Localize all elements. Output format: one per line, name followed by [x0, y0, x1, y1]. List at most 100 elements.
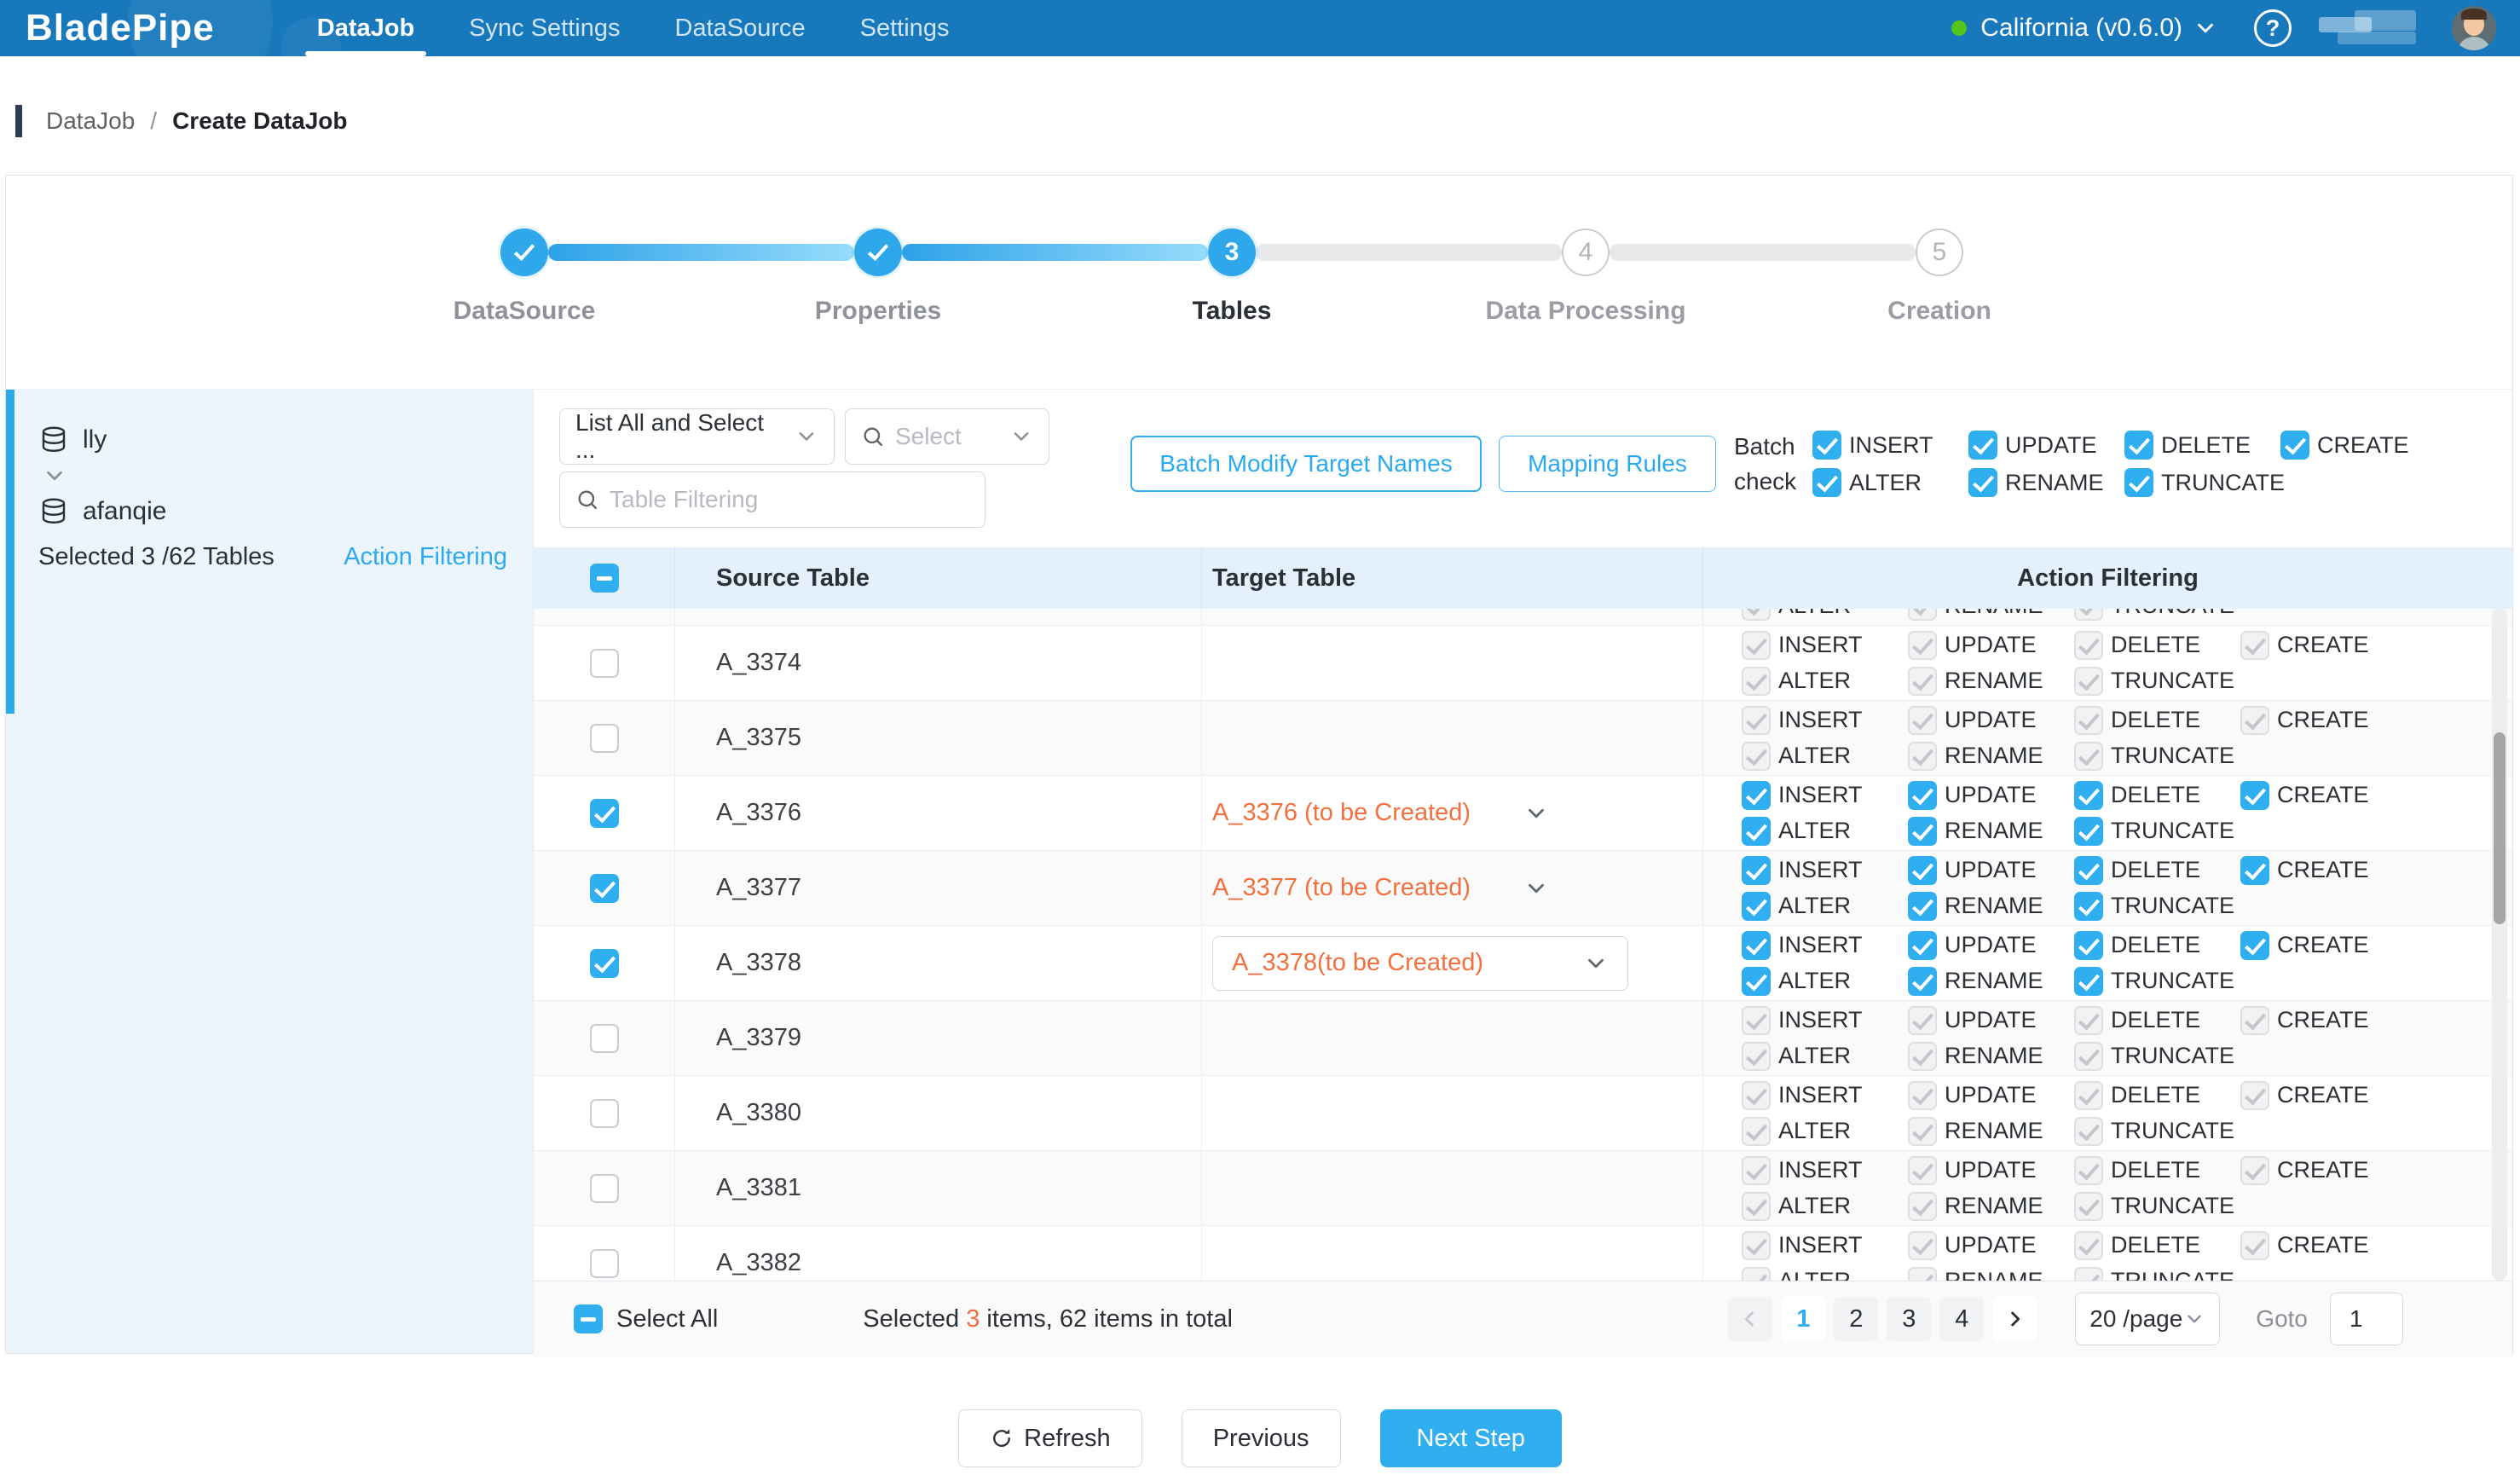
goto-page-input[interactable]	[2331, 1305, 2402, 1333]
row-checkbox[interactable]	[590, 949, 619, 978]
checkbox-checked-icon[interactable]	[1908, 892, 1937, 921]
checkbox-checked-icon[interactable]	[1908, 931, 1937, 960]
action-rename[interactable]: RENAME	[1908, 817, 2074, 846]
action-truncate[interactable]: TRUNCATE	[2074, 967, 2240, 996]
checkbox-checked-icon[interactable]	[2124, 431, 2153, 460]
row-checkbox[interactable]	[590, 1249, 619, 1278]
batch-check-insert[interactable]: INSERT	[1812, 431, 1968, 460]
chevron-down-icon[interactable]	[2193, 15, 2218, 41]
action-truncate[interactable]: TRUNCATE	[2074, 817, 2240, 846]
scrollbar-thumb[interactable]	[2494, 732, 2506, 924]
checkbox-checked-icon[interactable]	[1742, 967, 1771, 996]
help-icon[interactable]: ?	[2254, 9, 2292, 47]
nav-item-settings[interactable]: Settings	[860, 0, 950, 56]
row-checkbox[interactable]	[590, 724, 619, 753]
batch-check-create[interactable]: CREATE	[2280, 431, 2436, 460]
target-table-select[interactable]: A_3377 (to be Created)	[1212, 874, 1685, 902]
checkbox-checked-icon[interactable]	[1742, 817, 1771, 846]
region-selector[interactable]: California (v0.6.0)	[1980, 14, 2182, 43]
brand-logo[interactable]: BladePipe	[26, 7, 215, 49]
checkbox-checked-icon[interactable]	[1812, 468, 1841, 497]
row-checkbox[interactable]	[590, 649, 619, 678]
nav-item-datasource[interactable]: DataSource	[675, 0, 806, 56]
checkbox-checked-icon[interactable]	[2074, 931, 2103, 960]
select-all-checkbox[interactable]	[590, 564, 619, 593]
page-button-1[interactable]: 1	[1781, 1297, 1825, 1341]
checkbox-checked-icon[interactable]	[1742, 781, 1771, 810]
action-rename[interactable]: RENAME	[1908, 967, 2074, 996]
checkbox-checked-icon[interactable]	[1742, 892, 1771, 921]
row-checkbox[interactable]	[590, 799, 619, 828]
page-button-2[interactable]: 2	[1834, 1297, 1878, 1341]
stepper-step-tables[interactable]: 3Tables	[1208, 228, 1256, 276]
batch-check-delete[interactable]: DELETE	[2124, 431, 2280, 460]
action-filtering-link[interactable]: Action Filtering	[344, 543, 507, 571]
mapping-rules-button[interactable]: Mapping Rules	[1499, 436, 1716, 492]
checkbox-checked-icon[interactable]	[1812, 431, 1841, 460]
action-update[interactable]: UPDATE	[1908, 856, 2074, 885]
action-delete[interactable]: DELETE	[2074, 781, 2240, 810]
stepper-step-data-processing[interactable]: 4Data Processing	[1562, 228, 1610, 276]
next-step-button[interactable]: Next Step	[1380, 1409, 1562, 1467]
checkbox-checked-icon[interactable]	[2240, 781, 2269, 810]
action-create[interactable]: CREATE	[2240, 931, 2407, 960]
action-insert[interactable]: INSERT	[1742, 856, 1908, 885]
list-mode-select[interactable]: List All and Select ...	[559, 408, 835, 465]
checkbox-checked-icon[interactable]	[1908, 967, 1937, 996]
next-page-button[interactable]	[1992, 1297, 2037, 1341]
checkbox-checked-icon[interactable]	[2074, 892, 2103, 921]
checkbox-checked-icon[interactable]	[2074, 817, 2103, 846]
action-create[interactable]: CREATE	[2240, 781, 2407, 810]
vertical-scrollbar[interactable]	[2492, 609, 2507, 1281]
action-alter[interactable]: ALTER	[1742, 892, 1908, 921]
checkbox-checked-icon[interactable]	[1908, 856, 1937, 885]
action-delete[interactable]: DELETE	[2074, 931, 2240, 960]
action-truncate[interactable]: TRUNCATE	[2074, 892, 2240, 921]
checkbox-checked-icon[interactable]	[2074, 856, 2103, 885]
action-create[interactable]: CREATE	[2240, 856, 2407, 885]
nav-item-sync-settings[interactable]: Sync Settings	[469, 0, 620, 56]
target-table-select[interactable]: A_3376 (to be Created)	[1212, 799, 1685, 827]
action-insert[interactable]: INSERT	[1742, 931, 1908, 960]
action-insert[interactable]: INSERT	[1742, 781, 1908, 810]
batch-check-truncate[interactable]: TRUNCATE	[2124, 468, 2280, 497]
batch-check-alter[interactable]: ALTER	[1812, 468, 1968, 497]
batch-check-update[interactable]: UPDATE	[1968, 431, 2124, 460]
select-all-footer-checkbox[interactable]	[574, 1304, 603, 1333]
refresh-button[interactable]: Refresh	[958, 1409, 1142, 1467]
action-update[interactable]: UPDATE	[1908, 931, 2074, 960]
checkbox-checked-icon[interactable]	[2074, 781, 2103, 810]
checkbox-checked-icon[interactable]	[1968, 431, 1997, 460]
action-update[interactable]: UPDATE	[1908, 781, 2074, 810]
checkbox-checked-icon[interactable]	[1908, 781, 1937, 810]
checkbox-checked-icon[interactable]	[2280, 431, 2309, 460]
checkbox-checked-icon[interactable]	[1968, 468, 1997, 497]
page-size-select[interactable]: 20 /page	[2075, 1293, 2220, 1345]
row-checkbox[interactable]	[590, 1099, 619, 1128]
select-all-label[interactable]: Select All	[616, 1305, 718, 1333]
checkbox-checked-icon[interactable]	[1742, 931, 1771, 960]
row-checkbox[interactable]	[590, 1174, 619, 1203]
action-alter[interactable]: ALTER	[1742, 817, 1908, 846]
batch-check-rename[interactable]: RENAME	[1968, 468, 2124, 497]
action-rename[interactable]: RENAME	[1908, 892, 2074, 921]
target-table-select[interactable]: A_3378(to be Created)	[1212, 936, 1628, 991]
checkbox-checked-icon[interactable]	[1908, 817, 1937, 846]
stepper-step-creation[interactable]: 5Creation	[1916, 228, 1963, 276]
row-checkbox[interactable]	[590, 874, 619, 903]
row-checkbox[interactable]	[590, 1024, 619, 1053]
checkbox-checked-icon[interactable]	[2240, 931, 2269, 960]
previous-button[interactable]: Previous	[1182, 1409, 1341, 1467]
table-filter-input[interactable]	[610, 486, 969, 513]
page-button-4[interactable]: 4	[1939, 1297, 1984, 1341]
checkbox-checked-icon[interactable]	[2074, 967, 2103, 996]
breadcrumb-datajob[interactable]: DataJob	[46, 107, 135, 135]
prev-page-button[interactable]	[1728, 1297, 1772, 1341]
checkbox-checked-icon[interactable]	[2124, 468, 2153, 497]
page-button-3[interactable]: 3	[1887, 1297, 1931, 1341]
batch-modify-target-names-button[interactable]: Batch Modify Target Names	[1130, 436, 1482, 492]
action-delete[interactable]: DELETE	[2074, 856, 2240, 885]
selected-datasource-card[interactable]: lly afanqie Selected 3 /62 Tables Action…	[6, 390, 533, 571]
action-alter[interactable]: ALTER	[1742, 967, 1908, 996]
checkbox-checked-icon[interactable]	[2240, 856, 2269, 885]
